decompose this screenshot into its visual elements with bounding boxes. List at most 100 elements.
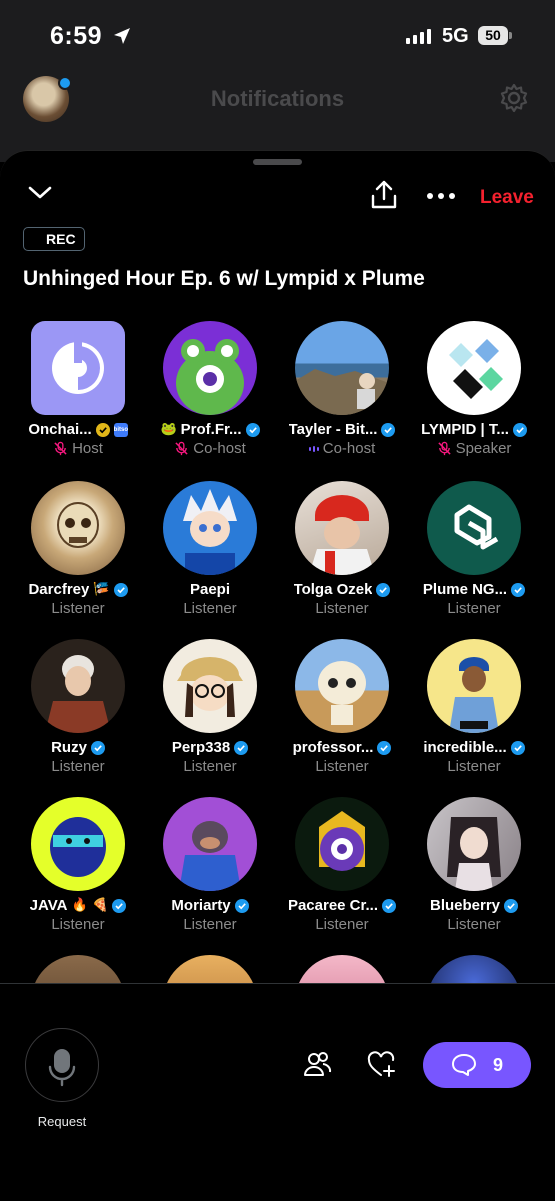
participant-role: Listener	[315, 758, 369, 775]
cell-signal-icon	[406, 29, 431, 44]
participant-name-row: Onchai... bitso	[12, 421, 144, 438]
verified-icon	[376, 582, 391, 597]
battery-icon: 50	[478, 26, 512, 45]
participant-name: LYMPID | T...	[421, 421, 509, 438]
participant-role-row: Listener	[408, 916, 540, 933]
participant-name-row: LYMPID | T...	[408, 421, 540, 438]
participant-role: Listener	[447, 600, 501, 617]
participant-role-row: Listener	[144, 600, 276, 617]
participant-role-row: Listener	[276, 758, 408, 775]
comments-button[interactable]: 9	[423, 1042, 531, 1088]
avatar	[295, 797, 389, 891]
participant-role: Co-host	[322, 440, 376, 457]
participant-role-row: Co-host	[144, 440, 276, 457]
avatar	[31, 481, 125, 575]
verified-icon	[377, 740, 392, 755]
avatar	[295, 321, 389, 415]
mic-muted-icon	[437, 441, 451, 456]
participant-role-row: Co-host	[276, 440, 408, 457]
avatar	[427, 481, 521, 575]
comment-count: 9	[492, 1054, 503, 1075]
participant-name: Plume NG...	[422, 581, 508, 598]
name-emoji: 🔥 🍕	[71, 898, 109, 913]
participant-role-row: Host	[12, 440, 144, 457]
participant-name: Blueberry	[429, 897, 501, 914]
participant-name-row: Blueberry	[408, 897, 540, 914]
location-arrow-icon	[114, 28, 130, 44]
chat-bubble-icon	[451, 1054, 476, 1076]
participant-role-row: Speaker	[408, 440, 540, 457]
leave-button[interactable]: Leave	[480, 187, 534, 209]
participant-name: Prof.Fr...	[180, 421, 242, 438]
avatar	[31, 639, 125, 733]
verified-icon	[510, 740, 525, 755]
participant-name-row: Tayler - Bit...	[276, 421, 408, 438]
avatar	[427, 797, 521, 891]
heart-plus-icon[interactable]	[367, 1050, 397, 1078]
participant-name: Perp338	[171, 739, 231, 756]
verified-icon	[511, 582, 526, 597]
participant-role: Listener	[51, 916, 105, 933]
participant-name-row: professor...	[276, 739, 408, 756]
participant-name: Paepi	[189, 581, 231, 598]
verified-icon	[234, 740, 249, 755]
participant-name: incredible...	[423, 739, 507, 756]
participant-role: Listener	[315, 600, 369, 617]
verified-icon	[382, 898, 397, 913]
name-emoji: 🎏	[93, 582, 110, 597]
participant-role-row: Listener	[144, 916, 276, 933]
verified-icon	[504, 898, 519, 913]
avatar	[163, 321, 257, 415]
participant-name-row: 🐸 Prof.Fr...	[144, 421, 276, 438]
participant-role: Listener	[447, 758, 501, 775]
gold-verified-icon	[95, 422, 110, 437]
participant-name: Pacaree Cr...	[287, 897, 379, 914]
avatar	[427, 321, 521, 415]
participant-name: Tayler - Bit...	[288, 421, 378, 438]
people-icon[interactable]	[302, 1050, 332, 1078]
verified-icon	[381, 422, 396, 437]
rec-dot-icon	[30, 234, 40, 244]
status-bar: 6:59 5G 50	[0, 0, 555, 72]
participant-name-row: Paepi	[144, 581, 276, 598]
verified-icon	[234, 898, 249, 913]
participant-name: Tolga Ozek	[293, 581, 373, 598]
more-options-icon[interactable]	[427, 193, 455, 199]
participant-name-row: Ruzy	[12, 739, 144, 756]
chevron-down-icon[interactable]	[27, 185, 53, 201]
share-icon[interactable]	[370, 179, 398, 211]
gear-icon[interactable]	[499, 83, 529, 113]
verified-icon	[512, 422, 527, 437]
avatar	[163, 639, 257, 733]
space-title: Unhinged Hour Ep. 6 w/ Lympid x Plume	[23, 267, 425, 290]
verified-icon	[90, 740, 105, 755]
status-time: 6:59	[50, 22, 103, 50]
participant-role: Listener	[51, 600, 105, 617]
participant-role: Co-host	[193, 440, 246, 457]
avatar	[427, 639, 521, 733]
participant-name-row: Perp338	[144, 739, 276, 756]
avatar	[163, 481, 257, 575]
participant-role-row: Listener	[276, 600, 408, 617]
mic-muted-icon	[175, 441, 188, 456]
microphone-icon	[48, 1049, 76, 1087]
request-mic-button[interactable]	[25, 1028, 99, 1102]
participant-role: Listener	[183, 600, 237, 617]
participant-name: JAVA	[29, 897, 68, 914]
participant-role-row: Listener	[12, 758, 144, 775]
participant-role: Listener	[315, 916, 369, 933]
participant-name-row: Moriarty	[144, 897, 276, 914]
participant-role: Speaker	[455, 440, 512, 457]
participant-name: professor...	[292, 739, 374, 756]
participant-role-row: Listener	[12, 916, 144, 933]
network-type: 5G	[442, 25, 469, 47]
verified-icon	[245, 422, 260, 437]
participant-role-row: Listener	[408, 758, 540, 775]
avatar	[295, 481, 389, 575]
affiliate-badge: bitso	[113, 422, 128, 437]
participant-name-row: Tolga Ozek	[276, 581, 408, 598]
sheet-grabber[interactable]	[253, 159, 302, 165]
participant-name: Darcfrey	[28, 581, 90, 598]
participant-name-row: Plume NG...	[408, 581, 540, 598]
name-emoji: 🐸	[160, 422, 177, 437]
